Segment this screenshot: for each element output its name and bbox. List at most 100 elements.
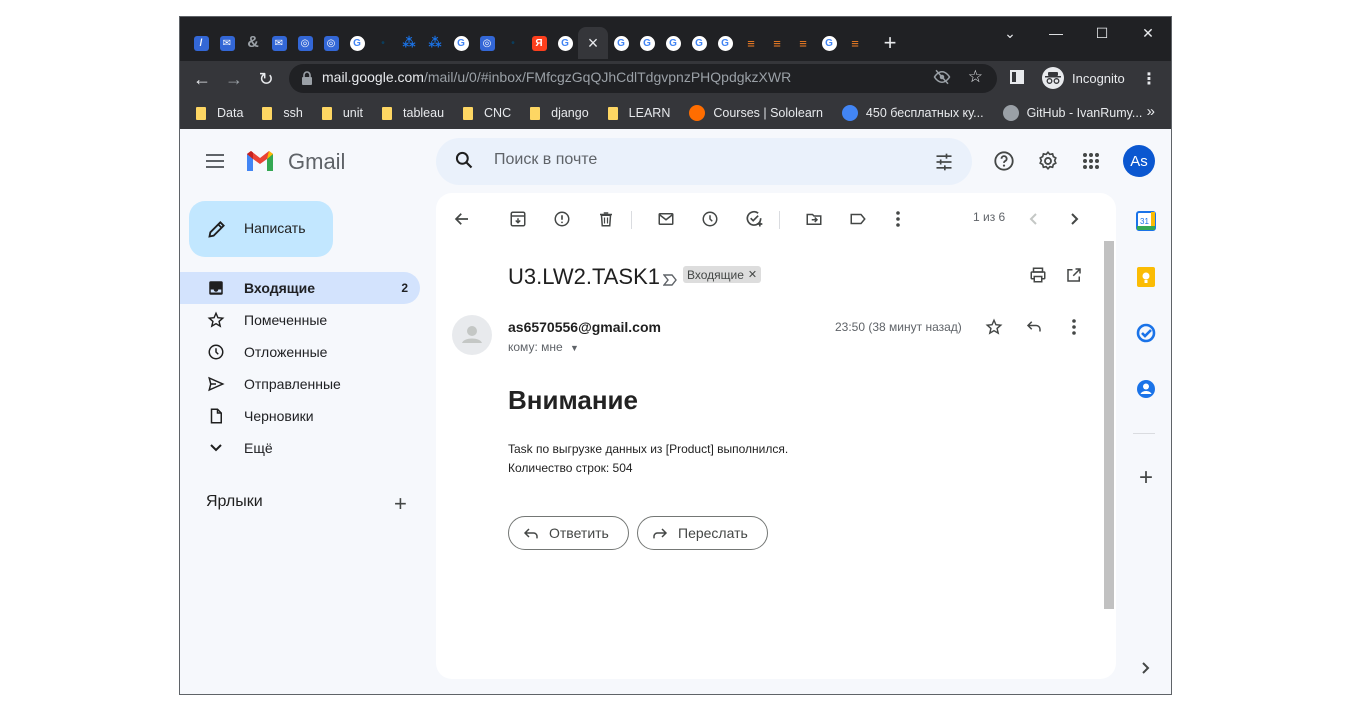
browser-tab[interactable]: ≡ xyxy=(842,27,868,59)
bookmark-item[interactable]: CNC xyxy=(463,106,511,120)
importance-marker-icon[interactable] xyxy=(662,273,677,289)
forward-button[interactable]: → xyxy=(222,67,246,91)
close-tab-icon[interactable]: × xyxy=(588,33,599,54)
gmail-brand[interactable]: Gmail xyxy=(288,149,345,175)
bookmark-item[interactable]: 450 бесплатных ку... xyxy=(841,105,984,121)
close-window-button[interactable]: ✕ xyxy=(1125,17,1171,49)
side-panel-icon[interactable] xyxy=(1010,70,1024,84)
reload-button[interactable]: ↻ xyxy=(254,67,278,91)
add-label-button[interactable]: + xyxy=(394,491,407,517)
new-tab-button[interactable]: + xyxy=(878,30,902,56)
delete-icon[interactable] xyxy=(596,209,616,229)
browser-tab[interactable]: G xyxy=(344,27,370,59)
maximize-button[interactable]: ☐ xyxy=(1079,17,1125,49)
bookmark-item[interactable]: ssh xyxy=(262,106,303,120)
browser-tab[interactable]: ⁂ xyxy=(422,27,448,59)
browser-tab[interactable]: / xyxy=(188,27,214,59)
move-to-icon[interactable] xyxy=(804,209,824,229)
bookmark-star-icon[interactable]: ☆ xyxy=(968,67,983,87)
nav-item-send[interactable]: Отправленные xyxy=(180,368,420,400)
back-button[interactable]: ← xyxy=(190,67,214,91)
tasks-icon[interactable] xyxy=(1135,322,1157,344)
browser-tab[interactable]: ≡ xyxy=(764,27,790,59)
apps-grid-icon[interactable] xyxy=(1079,149,1103,173)
star-message-icon[interactable] xyxy=(984,317,1004,337)
address-bar[interactable]: mail.google.com/mail/u/0/#inbox/FMfcgzGq… xyxy=(289,64,997,93)
active-browser-tab[interactable]: × xyxy=(578,27,608,59)
archive-icon[interactable] xyxy=(508,209,528,229)
reply-icon[interactable] xyxy=(1024,317,1044,337)
browser-tab[interactable]: ⁂ xyxy=(396,27,422,59)
nav-item-chevron-down[interactable]: Ещё xyxy=(180,432,420,464)
browser-tab[interactable]: G xyxy=(608,27,634,59)
expand-side-panel-icon[interactable] xyxy=(1135,657,1157,679)
keep-icon[interactable] xyxy=(1135,266,1157,288)
scrollbar[interactable] xyxy=(1104,241,1114,609)
browser-tab[interactable]: ◎ xyxy=(292,27,318,59)
browser-tab[interactable]: ≡ xyxy=(738,27,764,59)
browser-tab[interactable]: ◎ xyxy=(474,27,500,59)
bookmark-item[interactable]: Courses | Sololearn xyxy=(689,105,823,121)
account-avatar[interactable]: As xyxy=(1123,145,1155,177)
browser-tab[interactable]: • xyxy=(370,27,396,59)
browser-tab[interactable]: ◎ xyxy=(318,27,344,59)
more-actions-icon[interactable] xyxy=(888,209,908,229)
minimize-button[interactable]: — xyxy=(1033,17,1079,49)
bookmark-item[interactable]: unit xyxy=(321,106,363,120)
label-icon[interactable] xyxy=(848,209,868,229)
inbox-label-chip[interactable]: Входящие ✕ xyxy=(683,266,762,283)
browser-tab[interactable]: G xyxy=(660,27,686,59)
browser-tab[interactable]: G xyxy=(448,27,474,59)
search-options-icon[interactable] xyxy=(934,152,954,177)
main-menu-icon[interactable] xyxy=(206,154,224,172)
bookmark-item[interactable]: tableau xyxy=(382,106,444,120)
sender-email[interactable]: as6570556@gmail.com xyxy=(508,319,661,335)
mark-unread-icon[interactable] xyxy=(656,209,676,229)
search-input[interactable] xyxy=(492,150,896,170)
remove-label-icon[interactable]: ✕ xyxy=(748,268,757,281)
browser-tab[interactable]: ✉ xyxy=(214,27,240,59)
contacts-icon[interactable] xyxy=(1135,378,1157,400)
calendar-icon[interactable]: 31 xyxy=(1135,210,1157,232)
nav-item-draft[interactable]: Черновики xyxy=(180,400,420,432)
back-to-inbox-icon[interactable] xyxy=(452,209,472,229)
browser-tab[interactable]: ≡ xyxy=(790,27,816,59)
bookmark-item[interactable]: GitHub - IvanRumy... xyxy=(1002,105,1142,121)
message-more-icon[interactable] xyxy=(1064,317,1084,337)
forward-button[interactable]: Переслать xyxy=(637,516,768,550)
nav-item-inbox[interactable]: Входящие 2 xyxy=(180,272,420,304)
newer-chevron-icon[interactable] xyxy=(1024,209,1044,229)
nav-item-star[interactable]: Помеченные xyxy=(180,304,420,336)
browser-tab[interactable]: G xyxy=(816,27,842,59)
browser-tab[interactable]: & xyxy=(240,27,266,59)
browser-tab[interactable]: ✉ xyxy=(266,27,292,59)
gmail-logo-icon[interactable] xyxy=(245,149,275,173)
nav-item-clock[interactable]: Отложенные xyxy=(180,336,420,368)
help-icon[interactable] xyxy=(992,149,1016,173)
compose-button[interactable]: Написать xyxy=(189,201,333,257)
tab-search-icon[interactable]: ⌄ xyxy=(987,17,1033,49)
report-spam-icon[interactable] xyxy=(552,209,572,229)
browser-tab[interactable]: • xyxy=(500,27,526,59)
browser-tab[interactable]: G xyxy=(552,27,578,59)
browser-tab[interactable]: Я xyxy=(526,27,552,59)
older-chevron-icon[interactable] xyxy=(1064,209,1084,229)
browser-menu-icon[interactable]: ⋮ xyxy=(1141,69,1157,89)
recipient-details[interactable]: кому: мне ▼ xyxy=(508,340,579,354)
settings-gear-icon[interactable] xyxy=(1036,149,1060,173)
print-icon[interactable] xyxy=(1028,265,1048,285)
browser-tab[interactable]: G xyxy=(712,27,738,59)
bookmark-item[interactable]: Data xyxy=(196,106,243,120)
sender-avatar[interactable] xyxy=(452,315,492,355)
browser-tab[interactable]: G xyxy=(686,27,712,59)
bookmarks-more-button[interactable]: » xyxy=(1147,103,1155,120)
bookmark-item[interactable]: LEARN xyxy=(607,106,670,120)
bookmark-item[interactable]: django xyxy=(530,106,589,120)
browser-tab[interactable]: G xyxy=(634,27,660,59)
snooze-clock-icon[interactable] xyxy=(700,209,720,229)
tracking-eye-icon[interactable] xyxy=(933,68,951,91)
reply-button[interactable]: Ответить xyxy=(508,516,629,550)
open-new-window-icon[interactable] xyxy=(1064,265,1084,285)
add-addon-icon[interactable]: + xyxy=(1135,464,1157,491)
incognito-indicator[interactable]: Incognito xyxy=(1038,65,1133,91)
